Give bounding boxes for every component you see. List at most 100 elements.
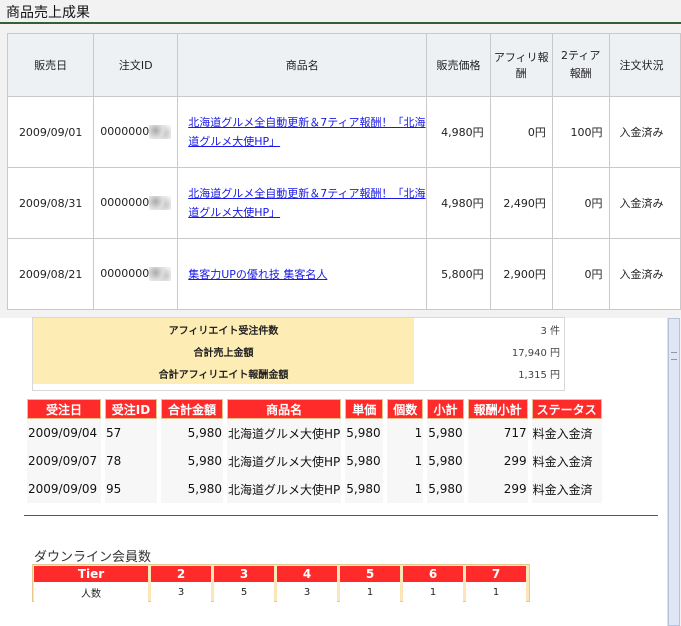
redacted-blur (149, 267, 172, 281)
table-row: 2009/08/31 0000000 北海道グルメ全自動更新＆7ティア報酬！「北… (6, 167, 681, 239)
sale-date: 2009/09/01 (6, 96, 95, 168)
order-subtotal: 5,980 (427, 475, 464, 503)
tier-count: 1 (340, 582, 400, 602)
summary-row-reward: 合計アフィリエイト報酬金額 1,315 円 (33, 362, 564, 384)
header-quantity: 個数 (387, 399, 424, 419)
affiliate-reward: 2,900円 (489, 238, 553, 310)
tier2-reward: 0円 (551, 238, 610, 310)
header-tier2-reward: 2ティア報酬 (551, 33, 610, 97)
order-id: 0000000 (100, 196, 150, 209)
header-status: ステータス (531, 399, 602, 419)
sale-date: 2009/08/21 (6, 238, 95, 310)
downline-tier-table: Tier 2 3 4 5 6 7 人数 3 5 3 1 1 1 (31, 566, 529, 602)
tier-header: 6 (403, 566, 463, 582)
scrollbar-grip-icon (671, 352, 677, 360)
sale-price: 5,800円 (426, 238, 491, 310)
sale-price: 4,980円 (426, 167, 491, 239)
tier2-reward: 100円 (551, 96, 610, 168)
summary-value: 3 件 (414, 318, 564, 340)
product-cell: 北海道グルメ全自動更新＆7ティア報酬！「北海道グルメ大使HP」 (177, 96, 428, 168)
scrollbar-thumb[interactable] (668, 318, 680, 626)
tier-count: 1 (403, 582, 463, 602)
table-row: 2009/08/21 0000000 集客力UPの優れ技 集客名人 5,800円… (6, 238, 681, 310)
table-row: 2009/09/01 0000000 北海道グルメ全自動更新＆7ティア報酬！「北… (6, 96, 681, 168)
header-subtotal: 小計 (427, 399, 464, 419)
order-status: 料金入金済 (531, 419, 602, 447)
order-date: 2009/09/04 (27, 419, 101, 447)
header-total: 合計金額 (161, 399, 223, 419)
order-id: 95 (105, 475, 157, 503)
title-divider (0, 22, 681, 24)
order-status: 入金済み (608, 96, 681, 168)
order-quantity: 1 (387, 447, 424, 475)
affiliate-reward: 2,490円 (489, 167, 553, 239)
table-row: 2009/09/09 95 5,980 北海道グルメ大使HP 5,980 1 5… (27, 475, 602, 503)
tier-count: 3 (151, 582, 211, 602)
tier-header: 5 (340, 566, 400, 582)
product-cell: 北海道グルメ全自動更新＆7ティア報酬！「北海道グルメ大使HP」 (177, 167, 428, 239)
tier-count: 1 (466, 582, 526, 602)
order-reward: 299 (467, 475, 528, 503)
redacted-blur (149, 196, 172, 210)
order-status: 料金入金済 (531, 475, 602, 503)
order-reward: 299 (467, 447, 528, 475)
summary-value: 1,315 円 (414, 362, 564, 384)
redacted-blur (149, 125, 172, 139)
order-quantity: 1 (387, 475, 424, 503)
order-id-cell: 0000000 (93, 238, 179, 310)
header-product-name: 商品名 (177, 33, 428, 97)
downline-title: ダウンライン会員数 (34, 550, 152, 565)
order-product: 北海道グルメ大使HP (227, 475, 342, 503)
order-id: 78 (105, 447, 157, 475)
tier-row-label: 人数 (34, 582, 148, 602)
affiliate-reward: 0円 (489, 96, 553, 168)
section-title: 商品売上成果 (6, 5, 90, 21)
order-total: 5,980 (161, 475, 223, 503)
table-row: 2009/09/04 57 5,980 北海道グルメ大使HP 5,980 1 5… (27, 419, 602, 447)
header-product-name: 商品名 (227, 399, 342, 419)
sales-table-header: 販売日 注文ID 商品名 販売価格 アフィリ報酬 2ティア報酬 注文状況 (6, 33, 681, 97)
header-order-date: 受注日 (27, 399, 101, 419)
sales-table: 販売日 注文ID 商品名 販売価格 アフィリ報酬 2ティア報酬 注文状況 200… (6, 33, 681, 310)
order-subtotal: 5,980 (427, 447, 464, 475)
summary-label: アフィリエイト受注件数 (33, 318, 414, 340)
table-row: 2009/09/07 78 5,980 北海道グルメ大使HP 5,980 1 5… (27, 447, 602, 475)
header-reward-subtotal: 報酬小計 (467, 399, 528, 419)
order-unit-price: 5,980 (345, 447, 384, 475)
sales-results-panel: 商品売上成果 販売日 注文ID 商品名 販売価格 アフィリ報酬 2ティア報酬 注… (0, 0, 681, 318)
summary-label: 合計売上金額 (33, 340, 414, 362)
order-product: 北海道グルメ大使HP (227, 447, 342, 475)
product-link[interactable]: 集客力UPの優れ技 集客名人 (188, 265, 327, 284)
orders-table: 受注日 受注ID 合計金額 商品名 単価 個数 小計 報酬小計 ステータス 20… (23, 399, 606, 503)
sale-price: 4,980円 (426, 96, 491, 168)
header-sale-price: 販売価格 (426, 33, 491, 97)
summary-label: 合計アフィリエイト報酬金額 (33, 362, 414, 384)
product-link[interactable]: 北海道グルメ全自動更新＆7ティア報酬！「北海道グルメ大使HP」 (188, 113, 426, 151)
header-order-id: 受注ID (105, 399, 157, 419)
order-status: 入金済み (608, 238, 681, 310)
header-affiliate-reward: アフィリ報酬 (489, 33, 553, 97)
order-id: 0000000 (100, 267, 150, 280)
tier-header-row: Tier 2 3 4 5 6 7 (34, 566, 526, 582)
product-link[interactable]: 北海道グルメ全自動更新＆7ティア報酬！「北海道グルメ大使HP」 (188, 184, 426, 222)
order-id-cell: 0000000 (93, 167, 179, 239)
header-sale-date: 販売日 (6, 33, 95, 97)
header-order-id: 注文ID (93, 33, 179, 97)
tier2-reward: 0円 (551, 167, 610, 239)
order-quantity: 1 (387, 419, 424, 447)
order-subtotal: 5,980 (427, 419, 464, 447)
order-id: 0000000 (100, 125, 150, 138)
order-unit-price: 5,980 (345, 475, 384, 503)
header-tier2-text: 2ティア報酬 (561, 49, 601, 80)
tier-header: 2 (151, 566, 211, 582)
order-reward: 717 (467, 419, 528, 447)
order-total: 5,980 (161, 447, 223, 475)
summary-row-sales: 合計売上金額 17,940 円 (33, 340, 564, 362)
order-total: 5,980 (161, 419, 223, 447)
order-id-cell: 0000000 (93, 96, 179, 168)
tier-header: 3 (214, 566, 274, 582)
summary-row-count: アフィリエイト受注件数 3 件 (33, 318, 564, 340)
tier-header: 7 (466, 566, 526, 582)
order-unit-price: 5,980 (345, 419, 384, 447)
tier-header: 4 (277, 566, 337, 582)
